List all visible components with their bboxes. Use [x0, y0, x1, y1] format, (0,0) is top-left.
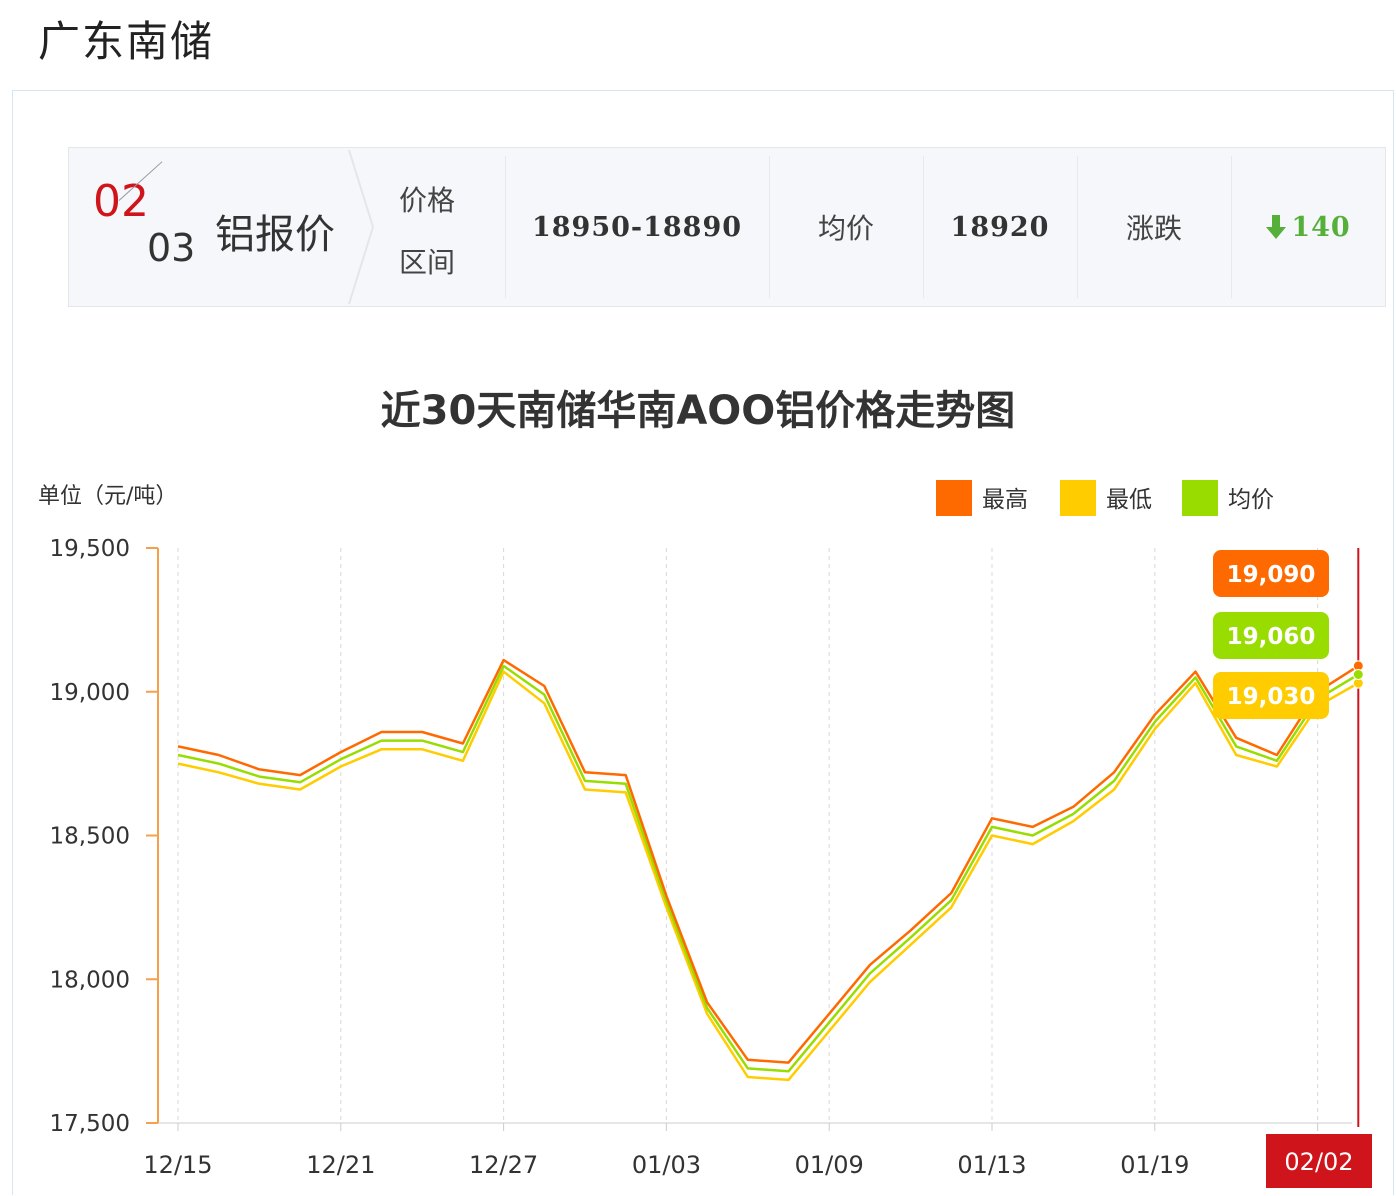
price-trend-chart: 单位（元/吨） 12/15 12/21 12/27 01/03 01/09 01/13 01/… [38, 480, 1372, 1188]
x-tick-label: 12/27 [469, 1151, 538, 1179]
latest-value-label: 19,060 [1227, 624, 1316, 650]
legend-label: 均价 [1228, 487, 1274, 513]
y-axis-label: 单位（元/吨） [38, 484, 177, 509]
chart-axes: 单位（元/吨） 12/15 12/21 12/27 01/03 01/09 01/13 01/… [38, 484, 1372, 1188]
x-tick-label: 12/15 [143, 1151, 212, 1179]
chart-latest-labels: 19,090 19,060 19,030 [1213, 550, 1329, 719]
x-tick-label: 01/03 [632, 1151, 701, 1179]
x-tick-label: 12/21 [306, 1151, 375, 1179]
latest-value-label: 19,030 [1227, 684, 1316, 710]
legend-label: 最高 [982, 487, 1028, 513]
legend-swatch [1060, 480, 1096, 516]
latest-value-label: 19,090 [1227, 562, 1316, 588]
x-tick-label: 01/09 [795, 1151, 864, 1179]
chart-legend: 最高 最低 均价 [936, 480, 1274, 516]
y-tick-label: 18,000 [50, 967, 130, 993]
series-line [177, 664, 1359, 1073]
legend-label: 最低 [1106, 487, 1152, 513]
legend-swatch [936, 480, 972, 516]
series-line [177, 658, 1359, 1064]
y-tick-label: 19,500 [50, 536, 130, 562]
x-tick-label: 02/02 [1284, 1148, 1353, 1176]
legend-swatch [1182, 480, 1218, 516]
y-tick-label: 19,000 [50, 680, 130, 706]
series-point [1352, 669, 1364, 680]
series-line [177, 670, 1359, 1082]
chart-series [177, 548, 1364, 1127]
chart-grid [177, 548, 1319, 1123]
x-tick-label: 01/19 [1120, 1151, 1189, 1179]
y-tick-label: 18,500 [50, 824, 130, 850]
y-tick-label: 17,500 [50, 1111, 130, 1137]
x-tick-label: 01/13 [957, 1151, 1026, 1179]
